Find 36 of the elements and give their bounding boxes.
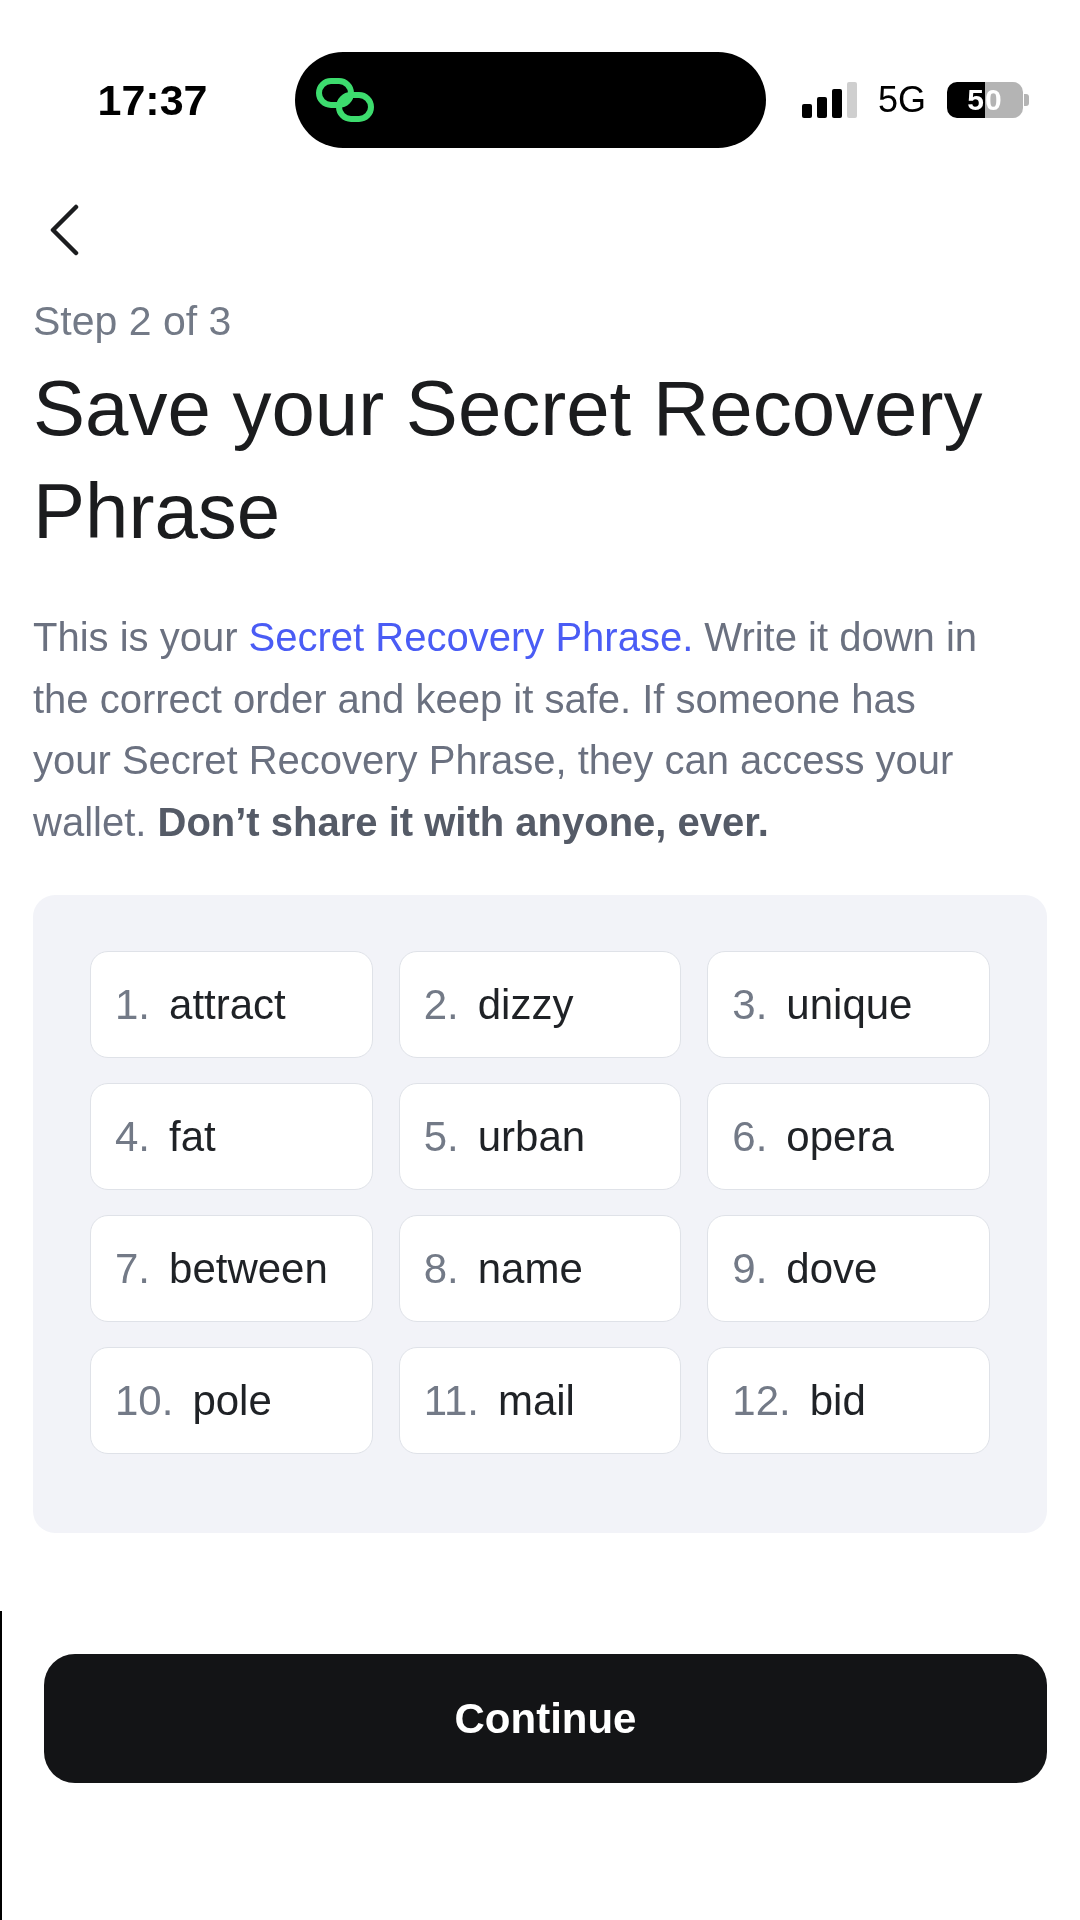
phrase-word: between xyxy=(169,1244,328,1293)
word-number: 11. xyxy=(423,1376,479,1425)
word-number: 5. xyxy=(423,1112,459,1161)
phrase-word: pole xyxy=(192,1376,272,1425)
word-number: 12. xyxy=(732,1376,791,1425)
step-indicator: Step 2 of 3 xyxy=(33,297,233,345)
word-number: 1. xyxy=(115,980,151,1029)
back-button[interactable] xyxy=(48,204,79,256)
phrase-word: bid xyxy=(809,1376,866,1425)
phrase-word: mail xyxy=(497,1376,575,1425)
phrase-word: fat xyxy=(169,1112,216,1161)
continue-button[interactable]: Continue xyxy=(44,1654,1047,1783)
word-number: 9. xyxy=(732,1244,768,1293)
network-type: 5G xyxy=(878,79,927,121)
word-number: 6. xyxy=(732,1112,768,1161)
word-number: 3. xyxy=(732,980,768,1029)
back-icon xyxy=(48,204,79,256)
phrase-word: dove xyxy=(786,1244,878,1293)
word-number: 8. xyxy=(423,1244,459,1293)
battery-tip-icon xyxy=(1024,94,1030,106)
word-number: 10. xyxy=(115,1376,174,1425)
word-number: 2. xyxy=(423,980,459,1029)
link-icon xyxy=(315,77,375,123)
signal-icon xyxy=(802,82,857,118)
status-time: 17:37 xyxy=(96,75,208,125)
phrase-word: unique xyxy=(786,980,913,1029)
intro-text: This is your Secret Recovery Phrase. Write it down in the correct order and keep it safe. If someone has your Secret Recovery Phrase, they can access your wallet. Don’t share it with anyone, ever. xyxy=(33,614,979,846)
word-number: 7. xyxy=(115,1244,151,1293)
word-number: 4. xyxy=(115,1112,151,1161)
phrase-word: attract xyxy=(169,980,286,1029)
phrase-word: urban xyxy=(477,1112,586,1161)
phrase-word: dizzy xyxy=(477,980,574,1029)
page-title: Save your Secret Recovery Phrase xyxy=(33,363,984,557)
phrase-word: name xyxy=(477,1244,583,1293)
phrase-word: opera xyxy=(786,1112,894,1161)
recovery-phrase-link[interactable]: Secret Recovery Phrase. xyxy=(248,615,694,659)
